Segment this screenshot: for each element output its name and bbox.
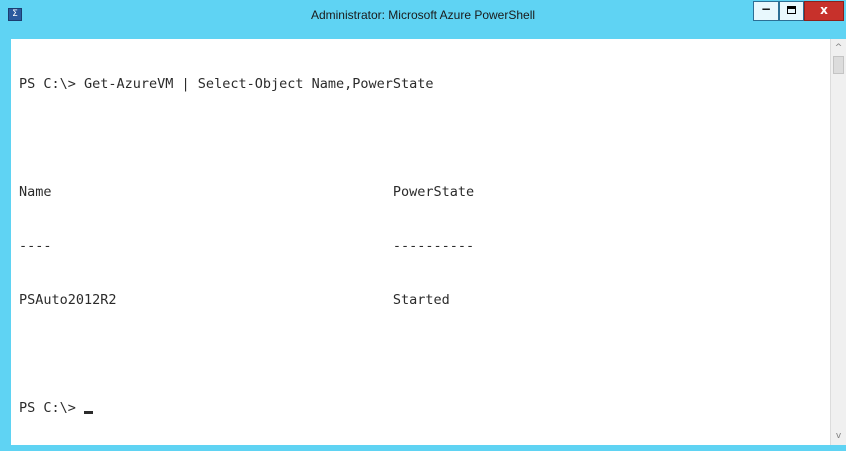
close-button[interactable]: x: [804, 1, 844, 21]
console-output: PS C:\> Get-AzureVM | Select-Object Name…: [11, 39, 830, 445]
powershell-window: Σ Administrator: Microsoft Azure PowerSh…: [0, 0, 846, 451]
window-title: Administrator: Microsoft Azure PowerShel…: [310, 8, 536, 22]
maximize-button[interactable]: [779, 1, 804, 21]
console-line: PS C:\> Get-AzureVM | Select-Object Name…: [19, 76, 434, 92]
text-cursor: [84, 411, 94, 414]
console-area[interactable]: PS C:\> Get-AzureVM | Select-Object Name…: [11, 39, 830, 445]
maximize-icon: [787, 6, 796, 14]
title-bar[interactable]: Σ Administrator: Microsoft Azure PowerSh…: [0, 0, 846, 30]
minimize-button[interactable]: −: [753, 1, 779, 21]
scroll-down-arrow-icon[interactable]: v: [831, 429, 846, 443]
console-line: ---- ----------: [19, 238, 475, 254]
prompt-text: PS C:\>: [19, 400, 85, 416]
vertical-scrollbar[interactable]: ^ v: [830, 39, 846, 445]
console-line: Name PowerState: [19, 184, 475, 200]
console-line: PSAuto2012R2 Started: [19, 292, 450, 308]
prompt-line[interactable]: PS C:\>: [19, 399, 830, 417]
scroll-up-arrow-icon[interactable]: ^: [831, 41, 846, 55]
scroll-thumb[interactable]: [833, 56, 844, 74]
